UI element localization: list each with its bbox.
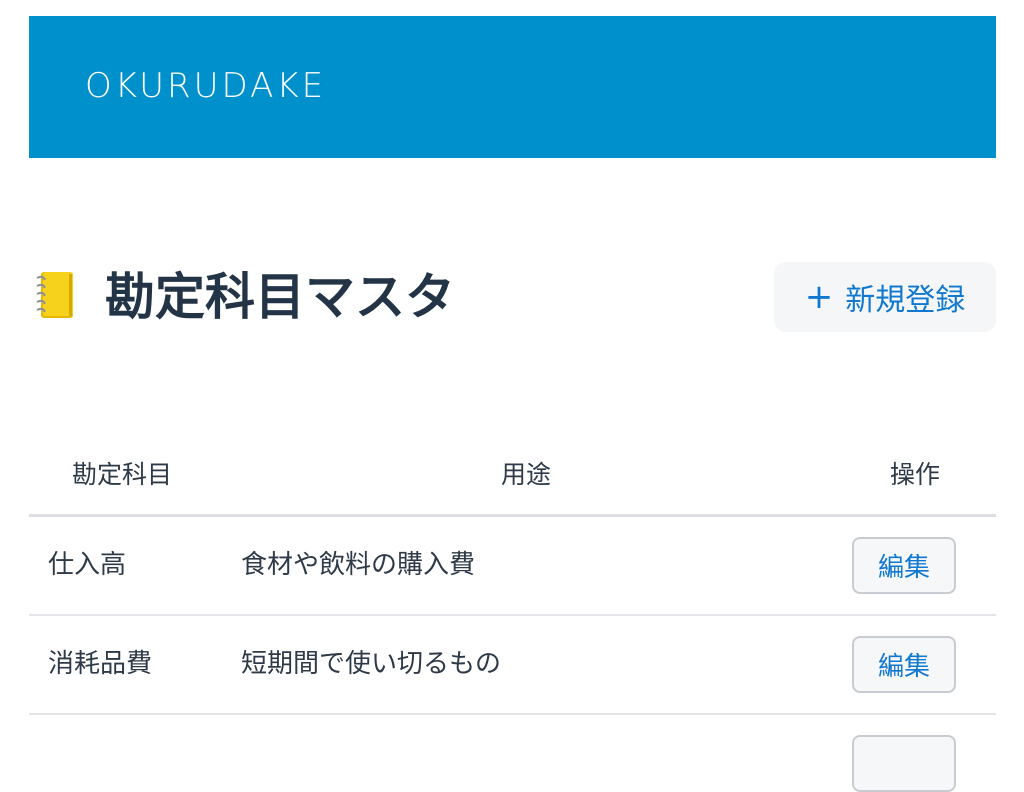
accounts-table: 勘定科目 用途 操作 仕入高 食材や飲料の購入費 編集 消耗品費 短期間で使い切…	[29, 440, 996, 792]
table-row: 仕入高 食材や飲料の購入費 編集	[29, 517, 996, 616]
usage-cell: 短期間で使い切るもの	[241, 649, 502, 679]
brand-logo[interactable]: OKURUDAKE	[85, 64, 326, 108]
table-row: 消耗品費 短期間で使い切るもの 編集	[29, 616, 996, 715]
column-header-account: 勘定科目	[72, 460, 173, 489]
account-cell: 仕入高	[48, 550, 127, 580]
column-header-action: 操作	[889, 460, 940, 489]
app-header: OKURUDAKE	[29, 16, 996, 158]
new-registration-button[interactable]: + 新規登録	[774, 262, 996, 332]
account-cell: 消耗品費	[48, 649, 153, 679]
page-title-row: 勘定科目マスタ + 新規登録	[29, 262, 996, 332]
column-header-usage: 用途	[501, 460, 552, 489]
edit-button[interactable]: 編集	[852, 636, 956, 693]
edit-button[interactable]: 編集	[852, 537, 956, 594]
table-header: 勘定科目 用途 操作	[29, 440, 996, 517]
plus-icon: +	[804, 277, 834, 317]
new-registration-label: 新規登録	[845, 283, 966, 318]
edit-button-partial[interactable]	[852, 735, 956, 792]
usage-cell: 食材や飲料の購入費	[241, 550, 476, 580]
page-title: 勘定科目マスタ	[105, 268, 455, 326]
notebook-icon	[36, 272, 73, 318]
table-row-partial	[29, 715, 996, 792]
